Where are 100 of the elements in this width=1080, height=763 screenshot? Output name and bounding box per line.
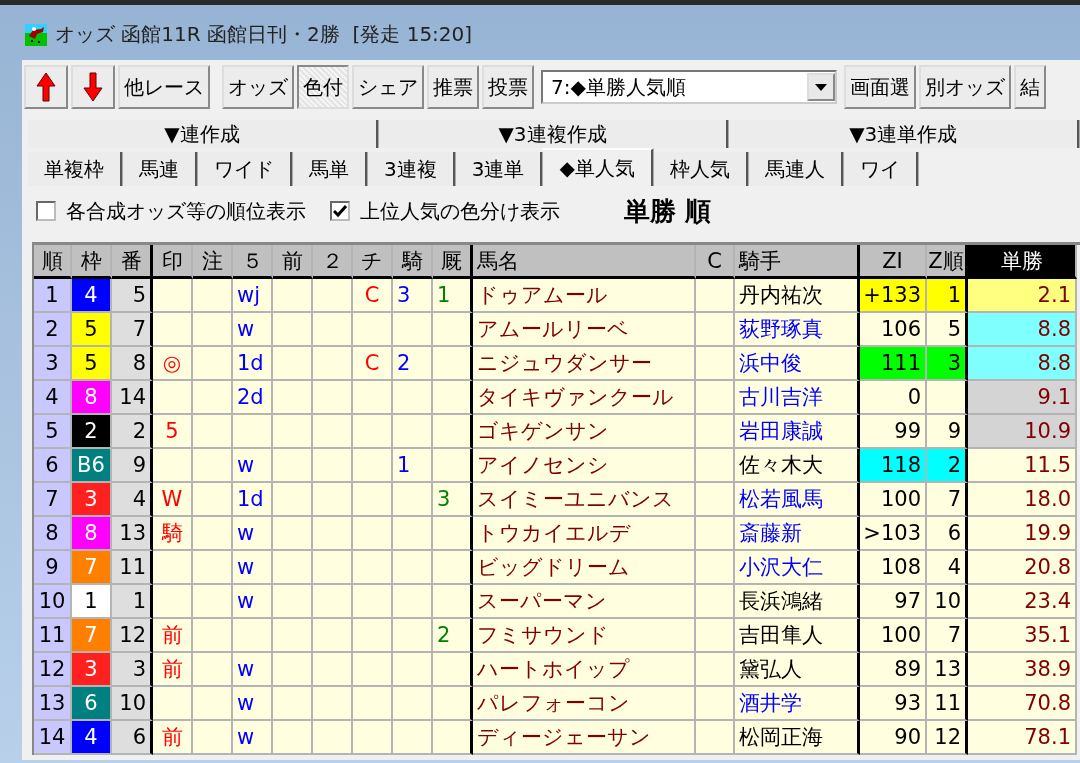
table-cell — [433, 415, 473, 449]
table-cell: 13 — [112, 517, 153, 551]
table-cell — [433, 551, 473, 585]
caret-icon — [815, 83, 827, 91]
horse-icon — [25, 23, 47, 46]
tab[interactable]: ◆単人気 — [543, 148, 654, 186]
sort-dropdown[interactable]: 7:◆単勝人気順 — [541, 70, 837, 104]
table-cell: 3 — [927, 347, 968, 381]
table-cell: 111 — [860, 347, 927, 381]
table-cell: ドゥアムール — [473, 279, 696, 313]
checkbox-label: 上位人気の色分け表示 — [360, 197, 560, 225]
table-cell: 9.1 — [968, 381, 1077, 415]
table-cell — [393, 585, 433, 619]
table-cell: 9 — [112, 449, 153, 483]
tab[interactable]: 3連複 — [368, 152, 456, 186]
tab[interactable]: 3連単 — [455, 152, 544, 186]
rank-cell: 4 — [34, 381, 72, 415]
table-cell: >103 — [860, 517, 927, 551]
tab[interactable]: 馬連 — [123, 152, 198, 186]
table-cell: 70.8 — [968, 687, 1077, 721]
table-cell: 3 — [393, 279, 433, 313]
frame-number-cell: 3 — [72, 653, 112, 687]
group-header[interactable]: ▼3連単作成 — [729, 120, 1080, 148]
table-cell — [153, 687, 193, 721]
view-button[interactable]: 推票 — [427, 65, 479, 109]
checkbox[interactable] — [330, 201, 350, 221]
table-cell — [273, 585, 313, 619]
column-header: Z順 — [927, 245, 968, 279]
table-cell — [353, 551, 393, 585]
group-header[interactable]: ▼3連複作成 — [378, 120, 730, 148]
checkbox[interactable] — [36, 201, 56, 221]
table-cell: スーパーマン — [473, 585, 696, 619]
toolbar-button[interactable]: 別オッズ — [919, 65, 1011, 109]
column-header: 順 — [34, 245, 72, 279]
table-cell — [353, 483, 393, 517]
tab[interactable]: ワイド — [198, 152, 293, 186]
frame-number-cell: 5 — [72, 347, 112, 381]
rank-cell: 11 — [34, 619, 72, 653]
table-cell: 佐々木大 — [735, 449, 860, 483]
table-cell: 松若風馬 — [735, 483, 860, 517]
tab[interactable]: 単複枠 — [28, 152, 123, 186]
table-cell: 7 — [927, 619, 968, 653]
table-cell — [273, 483, 313, 517]
table-cell: 100 — [860, 483, 927, 517]
table-cell: 100 — [860, 619, 927, 653]
view-button[interactable]: シェア — [352, 65, 424, 109]
column-header: 単勝 — [968, 245, 1077, 279]
toolbar-button[interactable]: 結 — [1014, 65, 1046, 109]
table-cell — [433, 313, 473, 347]
tab[interactable]: ワイ — [843, 152, 919, 186]
table-cell — [353, 449, 393, 483]
table-cell — [696, 449, 735, 483]
frame-number-cell: 1 — [72, 585, 112, 619]
column-header: 枠 — [72, 245, 112, 279]
table-cell — [153, 381, 193, 415]
toolbar-button[interactable]: 画面選 — [844, 65, 916, 109]
table-cell: 4 — [112, 483, 153, 517]
table-cell — [273, 551, 313, 585]
table-cell — [193, 313, 233, 347]
table-cell — [273, 619, 313, 653]
column-header: 騎 — [393, 245, 433, 279]
rank-cell: 6 — [34, 449, 72, 483]
table-cell: 5 — [927, 313, 968, 347]
rank-cell: 8 — [34, 517, 72, 551]
rank-cell: 12 — [34, 653, 72, 687]
table-cell: W — [153, 483, 193, 517]
view-button[interactable]: 色付 — [297, 65, 349, 109]
group-header[interactable]: ▼連作成 — [28, 120, 379, 148]
down-arrow-icon — [83, 72, 103, 102]
table-cell — [313, 347, 353, 381]
table-cell — [696, 585, 735, 619]
table-cell — [273, 381, 313, 415]
tab[interactable]: 馬単 — [293, 152, 368, 186]
table-cell — [696, 347, 735, 381]
toolbar-button[interactable]: 他レース — [118, 65, 210, 109]
table-cell — [273, 449, 313, 483]
column-header: 番 — [112, 245, 153, 279]
table-cell — [233, 415, 273, 449]
view-button[interactable]: オッズ — [222, 65, 294, 109]
table-cell — [393, 619, 433, 653]
table-cell — [353, 721, 393, 755]
table-cell: w — [233, 687, 273, 721]
table-cell — [153, 585, 193, 619]
table-cell: 3 — [112, 653, 153, 687]
table-cell — [313, 279, 353, 313]
up-arrow-button[interactable] — [24, 65, 68, 109]
tab[interactable]: 馬連人 — [748, 152, 844, 186]
table-heading: 単勝 順 — [624, 194, 712, 228]
table-cell: 8.8 — [968, 313, 1077, 347]
table-cell: 106 — [860, 313, 927, 347]
table-cell: 長浜鴻緒 — [735, 585, 860, 619]
rank-cell: 2 — [34, 313, 72, 347]
table-cell: w — [233, 313, 273, 347]
table-cell — [313, 449, 353, 483]
down-arrow-button[interactable] — [71, 65, 115, 109]
table-cell — [393, 551, 433, 585]
table-cell — [193, 619, 233, 653]
view-button[interactable]: 投票 — [482, 65, 534, 109]
tab[interactable]: 枠人気 — [653, 152, 749, 186]
table-cell: w — [233, 653, 273, 687]
